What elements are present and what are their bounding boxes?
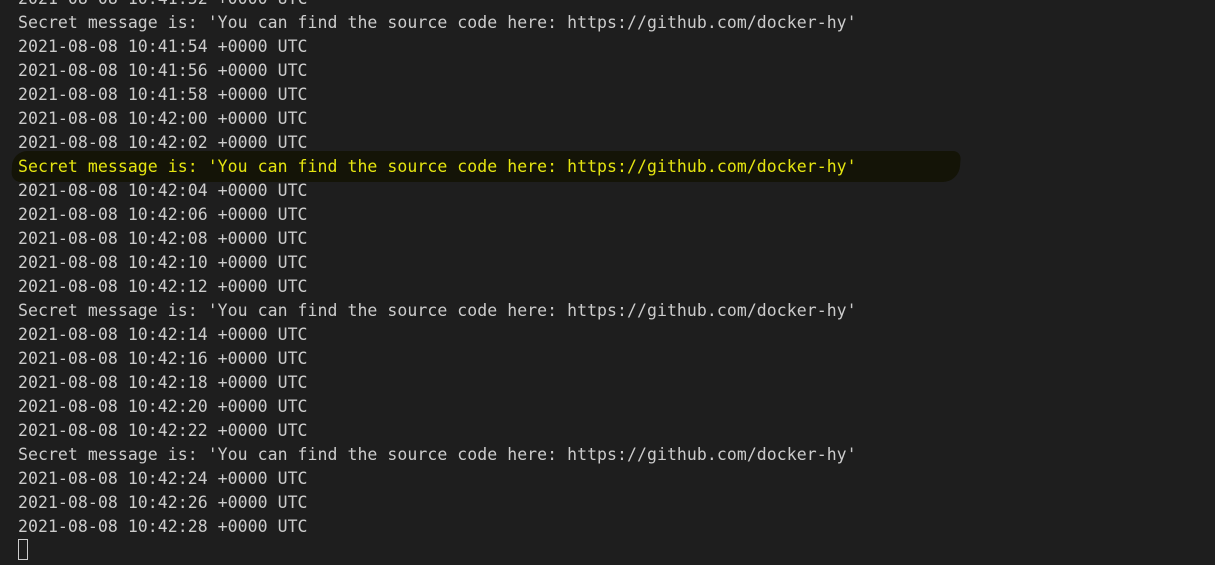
line-text: Secret message is: 'You can find the sou… (18, 13, 857, 32)
line-text: 2021-08-08 10:42:00 +0000 UTC (18, 109, 308, 128)
timestamp-line: 2021-08-08 10:42:12 +0000 UTC (18, 275, 857, 299)
line-text: Secret message is: 'You can find the sou… (18, 157, 857, 176)
line-text: 2021-08-08 10:42:26 +0000 UTC (18, 493, 308, 512)
timestamp-line: 2021-08-08 10:42:16 +0000 UTC (18, 347, 857, 371)
secret-message-line: Secret message is: 'You can find the sou… (18, 443, 857, 467)
line-text: 2021-08-08 10:42:28 +0000 UTC (18, 517, 308, 536)
line-text: 2021-08-08 10:42:04 +0000 UTC (18, 181, 308, 200)
line-text: 2021-08-08 10:42:16 +0000 UTC (18, 349, 308, 368)
secret-message-line: Secret message is: 'You can find the sou… (18, 299, 857, 323)
timestamp-line: 2021-08-08 10:41:54 +0000 UTC (18, 35, 857, 59)
line-text: 2021-08-08 10:42:02 +0000 UTC (18, 133, 308, 152)
terminal-output[interactable]: 2021-08-08 10:41:52 +0000 UTC Secret mess… (0, 0, 1215, 565)
timestamp-line: 2021-08-08 10:42:10 +0000 UTC (18, 251, 857, 275)
line-text: 2021-08-08 10:42:06 +0000 UTC (18, 205, 308, 224)
line-text: 2021-08-08 10:42:24 +0000 UTC (18, 469, 308, 488)
timestamp-line: 2021-08-08 10:42:18 +0000 UTC (18, 371, 857, 395)
line-text: 2021-08-08 10:42:22 +0000 UTC (18, 421, 308, 440)
secret-message-line: Secret message is: 'You can find the sou… (18, 11, 857, 35)
timestamp-line: 2021-08-08 10:42:28 +0000 UTC (18, 515, 857, 539)
line-text: 2021-08-08 10:42:14 +0000 UTC (18, 325, 308, 344)
timestamp-line: 2021-08-08 10:42:14 +0000 UTC (18, 323, 857, 347)
line-text: 2021-08-08 10:42:18 +0000 UTC (18, 373, 308, 392)
line-text: 2021-08-08 10:41:56 +0000 UTC (18, 61, 308, 80)
timestamp-line: 2021-08-08 10:42:00 +0000 UTC (18, 107, 857, 131)
timestamp-line: 2021-08-08 10:42:22 +0000 UTC (18, 419, 857, 443)
timestamp-line: 2021-08-08 10:42:04 +0000 UTC (18, 179, 857, 203)
line-text: 2021-08-08 10:41:52 +0000 UTC (18, 0, 308, 8)
highlighted-secret-message-line: Secret message is: 'You can find the sou… (18, 155, 857, 179)
cursor-block-icon (18, 539, 28, 560)
line-text: Secret message is: 'You can find the sou… (18, 445, 857, 464)
line-text: 2021-08-08 10:42:20 +0000 UTC (18, 397, 308, 416)
timestamp-line: 2021-08-08 10:41:58 +0000 UTC (18, 83, 857, 107)
line-text: 2021-08-08 10:41:58 +0000 UTC (18, 85, 308, 104)
line-text: 2021-08-08 10:41:54 +0000 UTC (18, 37, 308, 56)
line-text: 2021-08-08 10:42:08 +0000 UTC (18, 229, 308, 248)
timestamp-line: 2021-08-08 10:42:26 +0000 UTC (18, 491, 857, 515)
timestamp-line: 2021-08-08 10:42:08 +0000 UTC (18, 227, 857, 251)
line-text: 2021-08-08 10:42:12 +0000 UTC (18, 277, 308, 296)
line-text: Secret message is: 'You can find the sou… (18, 301, 857, 320)
timestamp-line: 2021-08-08 10:41:56 +0000 UTC (18, 59, 857, 83)
log-lines: 2021-08-08 10:41:52 +0000 UTC Secret mess… (18, 0, 857, 539)
line-text: 2021-08-08 10:42:10 +0000 UTC (18, 253, 308, 272)
timestamp-line: 2021-08-08 10:41:52 +0000 UTC (18, 0, 857, 11)
timestamp-line: 2021-08-08 10:42:24 +0000 UTC (18, 467, 857, 491)
timestamp-line: 2021-08-08 10:42:06 +0000 UTC (18, 203, 857, 227)
timestamp-line: 2021-08-08 10:42:20 +0000 UTC (18, 395, 857, 419)
